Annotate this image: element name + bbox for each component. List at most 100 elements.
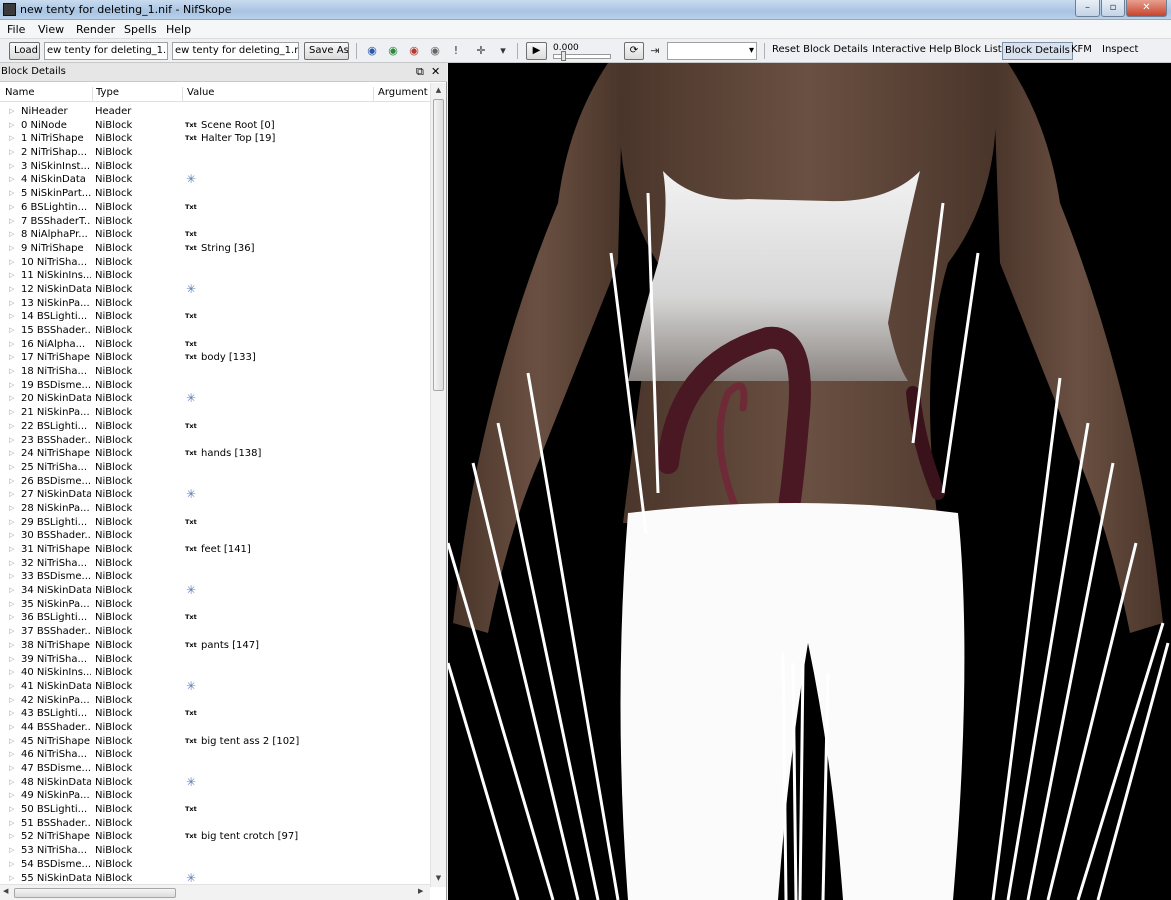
save-as-button[interactable]: Save As bbox=[304, 42, 349, 60]
expand-arrow-icon[interactable]: ▷ bbox=[9, 803, 17, 817]
expand-arrow-icon[interactable]: ▷ bbox=[9, 215, 17, 229]
expand-arrow-icon[interactable]: ▷ bbox=[9, 351, 17, 365]
menu-view[interactable]: View bbox=[38, 23, 64, 36]
tree-row[interactable]: ▷ 13 NiSkinPa... NiBlock bbox=[0, 297, 430, 311]
reset-block-details-button[interactable]: Reset Block Details bbox=[770, 42, 870, 60]
expand-arrow-icon[interactable]: ▷ bbox=[9, 242, 17, 256]
tree-row[interactable]: ▷ 18 NiTriSha... NiBlock bbox=[0, 365, 430, 379]
tree-row[interactable]: ▷ 31 NiTriShape NiBlock Txt feet [141] bbox=[0, 543, 430, 557]
render-viewport[interactable] bbox=[448, 63, 1171, 900]
expand-arrow-icon[interactable]: ▷ bbox=[9, 817, 17, 831]
block-list-button[interactable]: Block List bbox=[952, 42, 1004, 60]
tree-row[interactable]: ▷ 10 NiTriSha... NiBlock bbox=[0, 256, 430, 270]
expand-arrow-icon[interactable]: ▷ bbox=[9, 584, 17, 598]
tree-row[interactable]: ▷ 24 NiTriShape NiBlock Txt hands [138] bbox=[0, 447, 430, 461]
scroll-up-icon[interactable]: ▲ bbox=[431, 83, 446, 97]
tree-row[interactable]: ▷ 14 BSLighti... NiBlock Txt bbox=[0, 310, 430, 324]
tree-row[interactable]: ▷ 4 NiSkinData NiBlock ✳ bbox=[0, 173, 430, 187]
scroll-down-icon[interactable]: ▼ bbox=[431, 871, 446, 885]
expand-arrow-icon[interactable]: ▷ bbox=[9, 611, 17, 625]
expand-arrow-icon[interactable]: ▷ bbox=[9, 132, 17, 146]
tree-row[interactable]: ▷ 20 NiSkinData NiBlock ✳ bbox=[0, 392, 430, 406]
tree-row[interactable]: ▷ 52 NiTriShape NiBlock Txt big tent crotch … bbox=[0, 830, 430, 844]
expand-arrow-icon[interactable]: ▷ bbox=[9, 516, 17, 530]
expand-arrow-icon[interactable]: ▷ bbox=[9, 680, 17, 694]
menu-render[interactable]: Render bbox=[76, 23, 115, 36]
expand-arrow-icon[interactable]: ▷ bbox=[9, 502, 17, 516]
expand-arrow-icon[interactable]: ▷ bbox=[9, 639, 17, 653]
expand-arrow-icon[interactable]: ▷ bbox=[9, 447, 17, 461]
tree-row[interactable]: ▷ 16 NiAlpha... NiBlock Txt bbox=[0, 338, 430, 352]
tree-row[interactable]: ▷ 19 BSDisme... NiBlock bbox=[0, 379, 430, 393]
expand-arrow-icon[interactable]: ▷ bbox=[9, 365, 17, 379]
tree-row[interactable]: ▷ 30 BSShader... NiBlock bbox=[0, 529, 430, 543]
exclamation-icon[interactable]: ! bbox=[449, 44, 463, 58]
close-icon[interactable]: ✕ bbox=[431, 65, 440, 78]
menu-file[interactable]: File bbox=[7, 23, 25, 36]
tree-row[interactable]: ▷ 40 NiSkinIns... NiBlock bbox=[0, 666, 430, 680]
column-value[interactable]: Value bbox=[187, 87, 374, 101]
expand-arrow-icon[interactable]: ▷ bbox=[9, 598, 17, 612]
tree-row[interactable]: ▷ 11 NiSkinIns... NiBlock bbox=[0, 269, 430, 283]
expand-arrow-icon[interactable]: ▷ bbox=[9, 707, 17, 721]
expand-arrow-icon[interactable]: ▷ bbox=[9, 653, 17, 667]
expand-arrow-icon[interactable]: ▷ bbox=[9, 844, 17, 858]
kfm-button[interactable]: KFM bbox=[1069, 42, 1094, 60]
tree-row[interactable]: ▷ 25 NiTriSha... NiBlock bbox=[0, 461, 430, 475]
expand-arrow-icon[interactable]: ▷ bbox=[9, 570, 17, 584]
expand-arrow-icon[interactable]: ▷ bbox=[9, 666, 17, 680]
expand-arrow-icon[interactable]: ▷ bbox=[9, 748, 17, 762]
expand-arrow-icon[interactable]: ▷ bbox=[9, 310, 17, 324]
column-name[interactable]: Name bbox=[5, 87, 93, 101]
inspect-button[interactable]: Inspect bbox=[1100, 42, 1140, 60]
expand-arrow-icon[interactable]: ▷ bbox=[9, 201, 17, 215]
axes-icon[interactable]: ✛ bbox=[474, 44, 488, 58]
view-mode-icon-3[interactable]: ◉ bbox=[407, 44, 421, 58]
block-details-button[interactable]: Block Details bbox=[1002, 42, 1073, 60]
scroll-right-icon[interactable]: ▶ bbox=[418, 887, 423, 895]
tree-row[interactable]: ▷ 49 NiSkinPa... NiBlock bbox=[0, 789, 430, 803]
scrollbar-thumb[interactable] bbox=[433, 99, 444, 391]
tree-row[interactable]: ▷ 48 NiSkinData NiBlock ✳ bbox=[0, 776, 430, 790]
loop-icon[interactable]: ⟳ bbox=[624, 42, 644, 60]
expand-arrow-icon[interactable]: ▷ bbox=[9, 187, 17, 201]
tree-row[interactable]: ▷ 35 NiSkinPa... NiBlock bbox=[0, 598, 430, 612]
tree-row[interactable]: ▷ 28 NiSkinPa... NiBlock bbox=[0, 502, 430, 516]
vertical-scrollbar[interactable]: ▲ ▼ bbox=[430, 83, 446, 887]
tree-row[interactable]: ▷ 39 NiTriSha... NiBlock bbox=[0, 653, 430, 667]
undock-icon[interactable]: ⧉ bbox=[416, 65, 424, 79]
tree-row[interactable]: ▷ 29 BSLighti... NiBlock Txt bbox=[0, 516, 430, 530]
tree-row[interactable]: ▷ 43 BSLighti... NiBlock Txt bbox=[0, 707, 430, 721]
chevron-down-icon[interactable]: ▾ bbox=[496, 44, 510, 58]
expand-arrow-icon[interactable]: ▷ bbox=[9, 297, 17, 311]
expand-arrow-icon[interactable]: ▷ bbox=[9, 694, 17, 708]
minimize-button[interactable]: – bbox=[1075, 0, 1100, 17]
expand-arrow-icon[interactable]: ▷ bbox=[9, 379, 17, 393]
tree-row[interactable]: ▷ 8 NiAlphaPr... NiBlock Txt bbox=[0, 228, 430, 242]
tree-row[interactable]: ▷ 27 NiSkinData NiBlock ✳ bbox=[0, 488, 430, 502]
view-mode-icon-4[interactable]: ◉ bbox=[428, 44, 442, 58]
view-mode-icon-2[interactable]: ◉ bbox=[386, 44, 400, 58]
tree-row[interactable]: ▷ 45 NiTriShape NiBlock Txt big tent ass 2 [… bbox=[0, 735, 430, 749]
column-type[interactable]: Type bbox=[96, 87, 183, 101]
tree-row[interactable]: ▷ 41 NiSkinData NiBlock ✳ bbox=[0, 680, 430, 694]
expand-arrow-icon[interactable]: ▷ bbox=[9, 721, 17, 735]
expand-arrow-icon[interactable]: ▷ bbox=[9, 324, 17, 338]
tree-row[interactable]: ▷ 50 BSLighti... NiBlock Txt bbox=[0, 803, 430, 817]
save-file-field[interactable]: ew tenty for deleting_1.nif bbox=[172, 42, 299, 60]
time-slider-handle[interactable] bbox=[561, 51, 566, 61]
tree-row[interactable]: ▷ 55 NiSkinData NiBlock ✳ bbox=[0, 872, 430, 886]
expand-arrow-icon[interactable]: ▷ bbox=[9, 119, 17, 133]
tree-row[interactable]: ▷ 1 NiTriShape NiBlock Txt Halter Top [19] bbox=[0, 132, 430, 146]
tree-row[interactable]: ▷ 36 BSLighti... NiBlock Txt bbox=[0, 611, 430, 625]
tree-row[interactable]: ▷ 12 NiSkinData NiBlock ✳ bbox=[0, 283, 430, 297]
tree-row[interactable]: ▷ 15 BSShader... NiBlock bbox=[0, 324, 430, 338]
expand-arrow-icon[interactable]: ▷ bbox=[9, 406, 17, 420]
expand-arrow-icon[interactable]: ▷ bbox=[9, 173, 17, 187]
play-button[interactable]: ▶ bbox=[526, 42, 547, 60]
horizontal-scrollbar[interactable]: ◀ ▶ bbox=[0, 884, 430, 900]
tree-row[interactable]: ▷ 47 BSDisme... NiBlock bbox=[0, 762, 430, 776]
menu-help[interactable]: Help bbox=[166, 23, 191, 36]
tree-row[interactable]: ▷ 51 BSShader... NiBlock bbox=[0, 817, 430, 831]
tree-row[interactable]: ▷ 37 BSShader... NiBlock bbox=[0, 625, 430, 639]
